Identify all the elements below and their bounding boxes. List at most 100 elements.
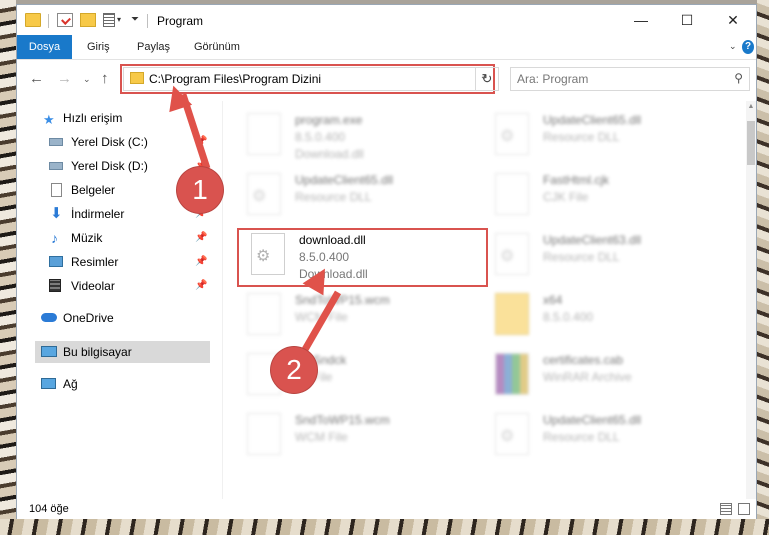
file-detail: Resource DLL xyxy=(295,190,372,204)
close-button[interactable]: ✕ xyxy=(710,5,756,35)
sidebar-item-label: Müzik xyxy=(71,231,103,245)
desktop-background-right xyxy=(757,0,769,535)
pin-icon[interactable]: 📌 xyxy=(195,227,207,249)
forward-button[interactable]: → xyxy=(57,70,72,87)
sidebar-item-onedrive[interactable]: OneDrive xyxy=(35,307,215,329)
dll-file-icon xyxy=(495,233,529,275)
sidebar-item-label: Ağ xyxy=(63,377,78,391)
file-name: UpdateClient65.dll xyxy=(295,173,394,187)
sidebar-item-network[interactable]: Ağ xyxy=(35,373,215,395)
tab-file[interactable]: Dosya xyxy=(17,35,72,59)
customize-toolbar-icon[interactable]: ⏷ xyxy=(131,14,139,25)
step-1-badge: 1 xyxy=(177,167,223,213)
file-tile[interactable]: UpdateClient65.dll Resource DLL xyxy=(243,165,483,221)
sidebar-item-label: Yerel Disk (D:) xyxy=(71,159,148,173)
drive-icon xyxy=(49,162,63,170)
computer-icon xyxy=(41,346,57,357)
generic-file-icon xyxy=(247,413,281,455)
file-highlight-box xyxy=(237,228,488,287)
file-tile[interactable]: UpdateClient65.dll Resource DLL xyxy=(491,105,731,161)
toolbar-separator xyxy=(48,14,49,28)
new-folder-icon[interactable] xyxy=(80,13,96,27)
file-name: program.exe xyxy=(295,113,363,127)
file-tile[interactable]: SndToWP15.wcm WCM File xyxy=(243,285,483,341)
document-icon xyxy=(51,183,62,197)
file-detail: WCM File xyxy=(295,430,348,444)
file-detail: Download.dll xyxy=(295,147,364,161)
search-input[interactable]: Ara: Program ⚲ xyxy=(510,67,750,91)
status-bar: 104 öğe xyxy=(17,499,756,519)
navigation-bar: ← → ⌄ ↑ C:\Program Files\Program Dizini … xyxy=(17,60,756,100)
minimize-button[interactable]: — xyxy=(618,5,664,35)
drive-icon xyxy=(49,138,63,146)
step-2-badge: 2 xyxy=(271,347,317,393)
sidebar-item-music[interactable]: ♪ Müzik 📌 xyxy=(43,227,215,249)
properties-icon[interactable] xyxy=(57,13,73,27)
file-name: certificates.cab xyxy=(543,353,624,367)
cloud-icon xyxy=(41,313,57,322)
expand-ribbon-icon[interactable]: ⌄ xyxy=(729,41,737,52)
search-placeholder: Ara: Program xyxy=(517,72,589,86)
vertical-scrollbar[interactable]: ▲ xyxy=(746,101,756,499)
file-detail: CJK File xyxy=(543,190,589,204)
view-options-icon[interactable] xyxy=(103,13,115,27)
folder-icon xyxy=(495,293,529,335)
sidebar-item-pictures[interactable]: Resimler 📌 xyxy=(43,251,215,273)
executable-icon xyxy=(247,113,281,155)
file-tile[interactable]: program.exe 8.5.0.400 Download.dll xyxy=(243,105,483,161)
tab-home[interactable]: Giriş xyxy=(87,35,110,59)
maximize-button[interactable]: ☐ xyxy=(664,5,710,35)
dll-file-icon xyxy=(247,173,281,215)
item-count: 104 öğe xyxy=(29,503,69,515)
sidebar-item-label: Bu bilgisayar xyxy=(63,345,132,359)
network-icon xyxy=(41,378,56,389)
sidebar-item-label: OneDrive xyxy=(63,311,114,325)
sidebar-item-label: Resimler xyxy=(71,255,119,269)
sidebar-item-videos[interactable]: Videolar 📌 xyxy=(43,275,215,297)
file-name: FastHtml.cjk xyxy=(543,173,609,187)
refresh-button[interactable]: ↻ xyxy=(475,67,499,91)
pin-icon[interactable]: 📌 xyxy=(195,251,207,273)
recent-locations-icon[interactable]: ⌄ xyxy=(83,74,91,85)
sidebar-item-this-pc[interactable]: Bu bilgisayar xyxy=(35,341,210,363)
view-options-dropdown-icon[interactable]: ▾ xyxy=(117,15,121,24)
video-icon xyxy=(49,279,61,292)
back-button[interactable]: ← xyxy=(29,70,44,87)
scrollbar-thumb[interactable] xyxy=(747,121,755,165)
sidebar-item-label: Belgeler xyxy=(71,183,116,197)
file-tile[interactable]: certificates.cab WinRAR Archive xyxy=(491,345,731,401)
large-icons-view-icon[interactable] xyxy=(738,503,750,515)
details-view-icon[interactable] xyxy=(720,503,732,515)
file-tile[interactable]: UpdateClient63.dll Resource DLL xyxy=(491,225,731,281)
file-name: Sndck xyxy=(313,353,347,367)
file-tile[interactable]: FastHtml.cjk CJK File xyxy=(491,165,731,221)
music-icon: ♪ xyxy=(51,230,58,246)
download-icon: ⬇ xyxy=(50,205,63,222)
desktop-background-bottom xyxy=(0,519,769,535)
generic-file-icon xyxy=(247,293,281,335)
file-name: SndToWP15.wcm xyxy=(295,413,390,427)
file-name: SndToWP15.wcm xyxy=(295,293,390,307)
file-name: UpdateClient65.dll xyxy=(543,413,642,427)
toolbar-separator xyxy=(147,14,148,28)
folder-icon xyxy=(25,13,41,27)
up-button[interactable]: ↑ xyxy=(101,70,109,87)
file-tile[interactable]: SndToWP15.wcm WCM File xyxy=(243,405,483,461)
help-icon[interactable]: ? xyxy=(742,40,754,54)
scroll-up-icon[interactable]: ▲ xyxy=(746,103,756,110)
file-tile[interactable]: x64 8.5.0.400 xyxy=(491,285,731,341)
search-icon[interactable]: ⚲ xyxy=(734,71,743,85)
sidebar-item-local-disk-c[interactable]: Yerel Disk (C:) 📌 xyxy=(43,131,215,153)
sidebar-item-label: Yerel Disk (C:) xyxy=(71,135,148,149)
tab-view[interactable]: Görünüm xyxy=(194,35,240,59)
title-bar: ▾ ⏷ Program — ☐ ✕ xyxy=(17,5,756,35)
window-title: Program xyxy=(157,14,204,28)
file-detail: WinRAR Archive xyxy=(543,370,632,384)
file-detail: Resource DLL xyxy=(543,130,620,144)
file-detail: 8.5.0.400 xyxy=(543,310,594,324)
tab-share[interactable]: Paylaş xyxy=(137,35,170,59)
file-name: x64 xyxy=(543,293,563,307)
file-tile[interactable]: UpdateClient65.dll Resource DLL xyxy=(491,405,731,461)
pictures-icon xyxy=(49,256,63,267)
pin-icon[interactable]: 📌 xyxy=(195,275,207,297)
